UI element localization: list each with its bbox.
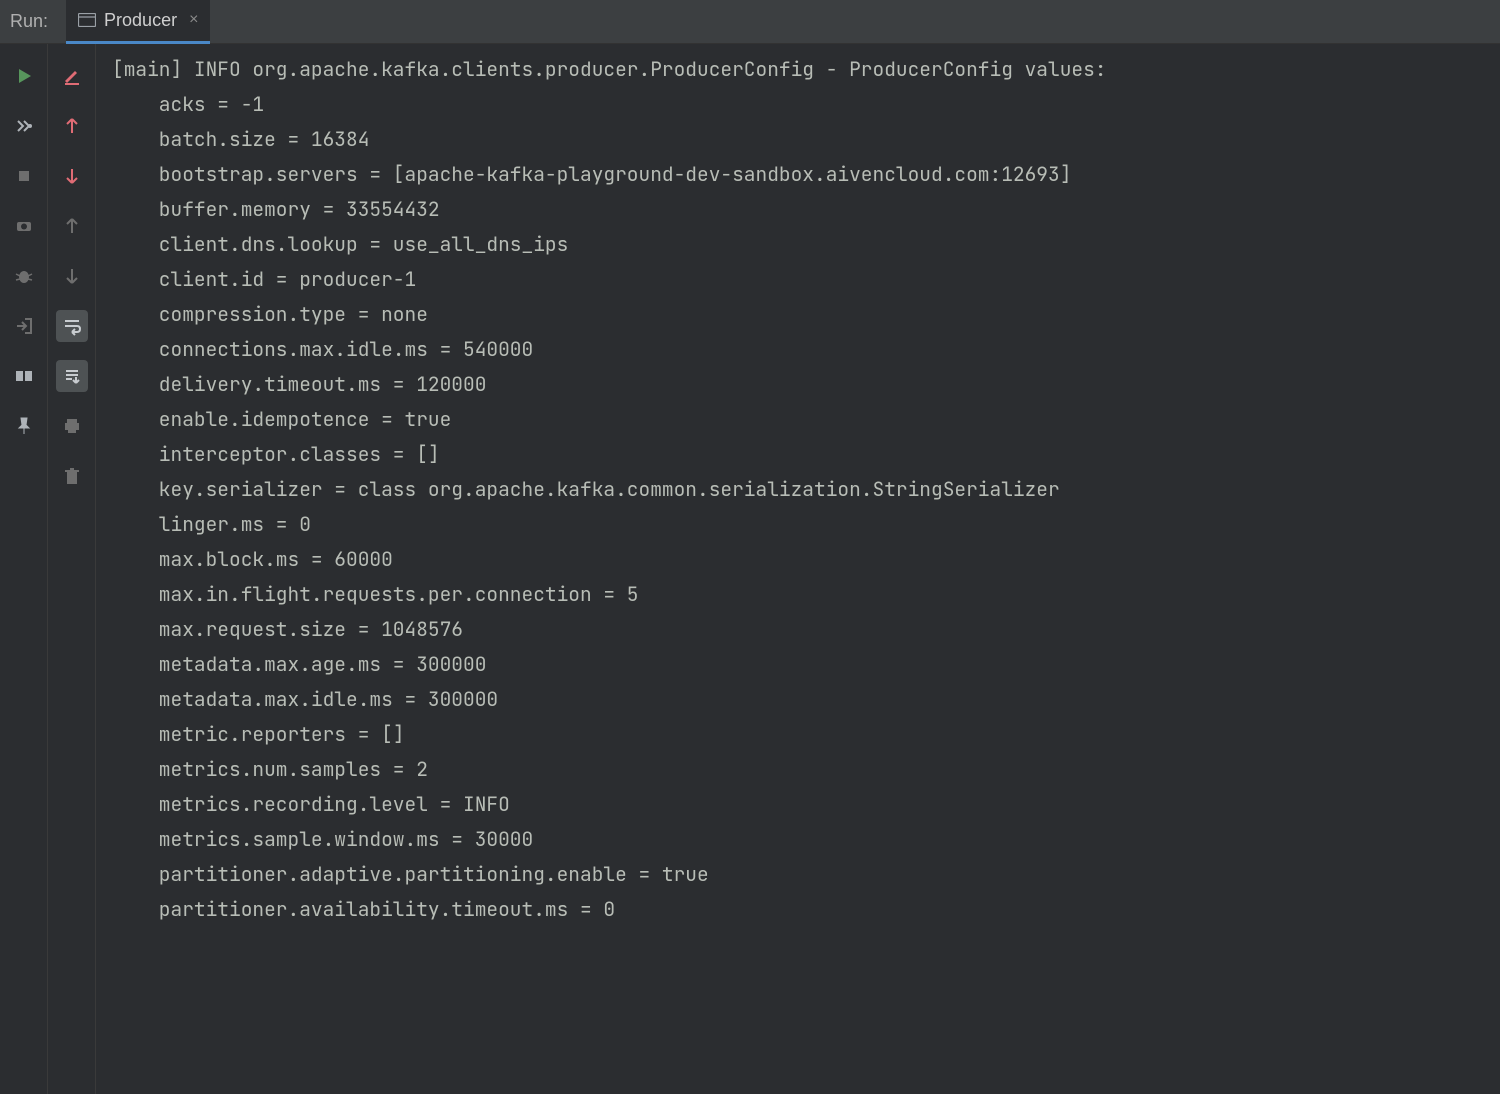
down-stack-button[interactable] xyxy=(56,160,88,192)
run-label: Run: xyxy=(10,11,66,32)
scroll-down-button[interactable] xyxy=(56,260,88,292)
debug-button[interactable] xyxy=(8,260,40,292)
layout-button[interactable] xyxy=(8,360,40,392)
clear-all-button[interactable] xyxy=(56,460,88,492)
console-output[interactable]: [main] INFO org.apache.kafka.clients.pro… xyxy=(96,44,1500,1094)
up-stack-button[interactable] xyxy=(56,110,88,142)
dump-threads-button[interactable] xyxy=(8,210,40,242)
print-button[interactable] xyxy=(56,410,88,442)
stop-button[interactable] xyxy=(8,160,40,192)
console-text: [main] INFO org.apache.kafka.clients.pro… xyxy=(112,52,1492,927)
edit-run-config-button[interactable] xyxy=(56,60,88,92)
run-tool-header: Run: Producer × xyxy=(0,0,1500,44)
run-toolbar-primary xyxy=(0,44,48,1094)
scroll-up-button[interactable] xyxy=(56,210,88,242)
pin-button[interactable] xyxy=(8,410,40,442)
tab-close-button[interactable]: × xyxy=(189,11,198,29)
scroll-to-end-button[interactable] xyxy=(56,360,88,392)
settings-button[interactable] xyxy=(8,110,40,142)
tab-producer[interactable]: Producer × xyxy=(66,0,210,44)
exit-button[interactable] xyxy=(8,310,40,342)
run-toolbar-secondary xyxy=(48,44,96,1094)
application-icon xyxy=(78,13,96,27)
run-button[interactable] xyxy=(8,60,40,92)
soft-wrap-button[interactable] xyxy=(56,310,88,342)
tab-label: Producer xyxy=(104,10,177,31)
